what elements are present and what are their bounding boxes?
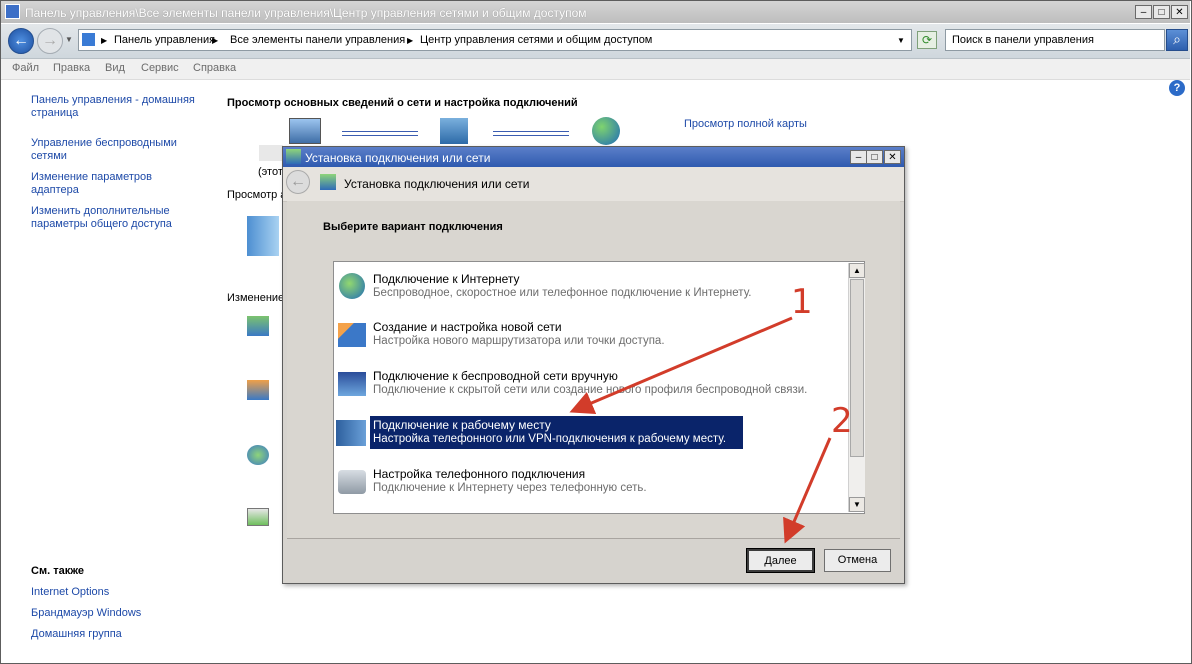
- annotation-marker-2: 2: [831, 401, 853, 441]
- annotation-arrow-2: [783, 437, 832, 544]
- annotation-marker-1: 1: [791, 282, 813, 322]
- annotation-arrow-1: [569, 316, 793, 415]
- annotation-arrows: [569, 316, 832, 544]
